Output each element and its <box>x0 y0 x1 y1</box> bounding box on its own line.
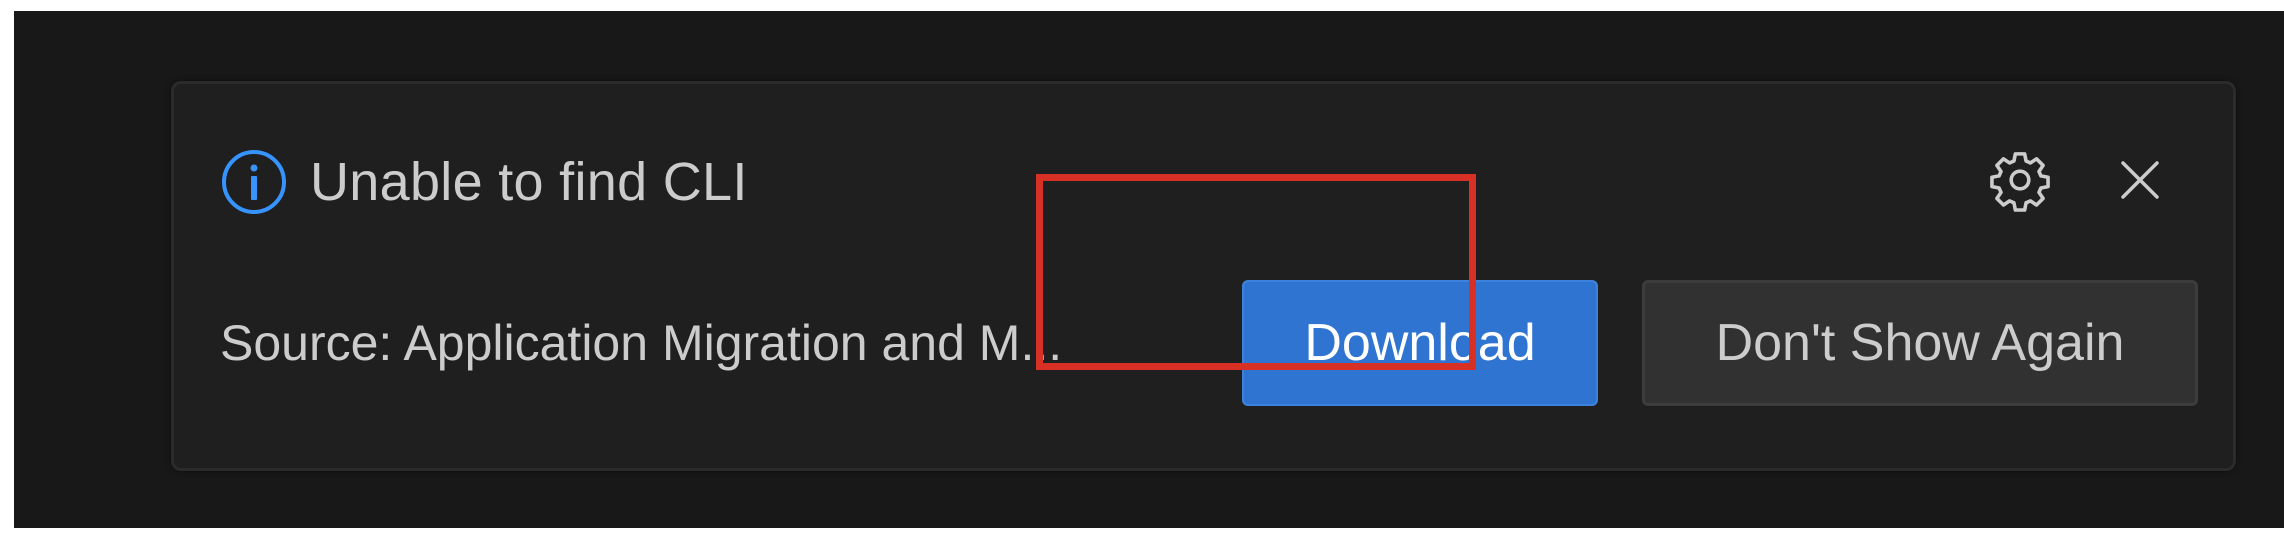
gear-icon <box>1987 147 2053 218</box>
notification-source: Source: Application Migration and M... <box>220 315 1063 371</box>
info-icon <box>220 148 288 216</box>
notification-settings-button[interactable] <box>1984 146 2056 218</box>
notification-header: Unable to find CLI <box>220 144 748 220</box>
notification-toast: Unable to find CLI Source: Application M… <box>171 81 2236 471</box>
close-icon <box>2115 155 2165 210</box>
notification-close-button[interactable] <box>2104 146 2176 218</box>
notification-title: Unable to find CLI <box>310 152 748 212</box>
editor-background: Unable to find CLI Source: Application M… <box>14 11 2284 528</box>
download-button[interactable]: Download <box>1242 280 1598 406</box>
dont-show-again-button[interactable]: Don't Show Again <box>1642 280 2198 406</box>
